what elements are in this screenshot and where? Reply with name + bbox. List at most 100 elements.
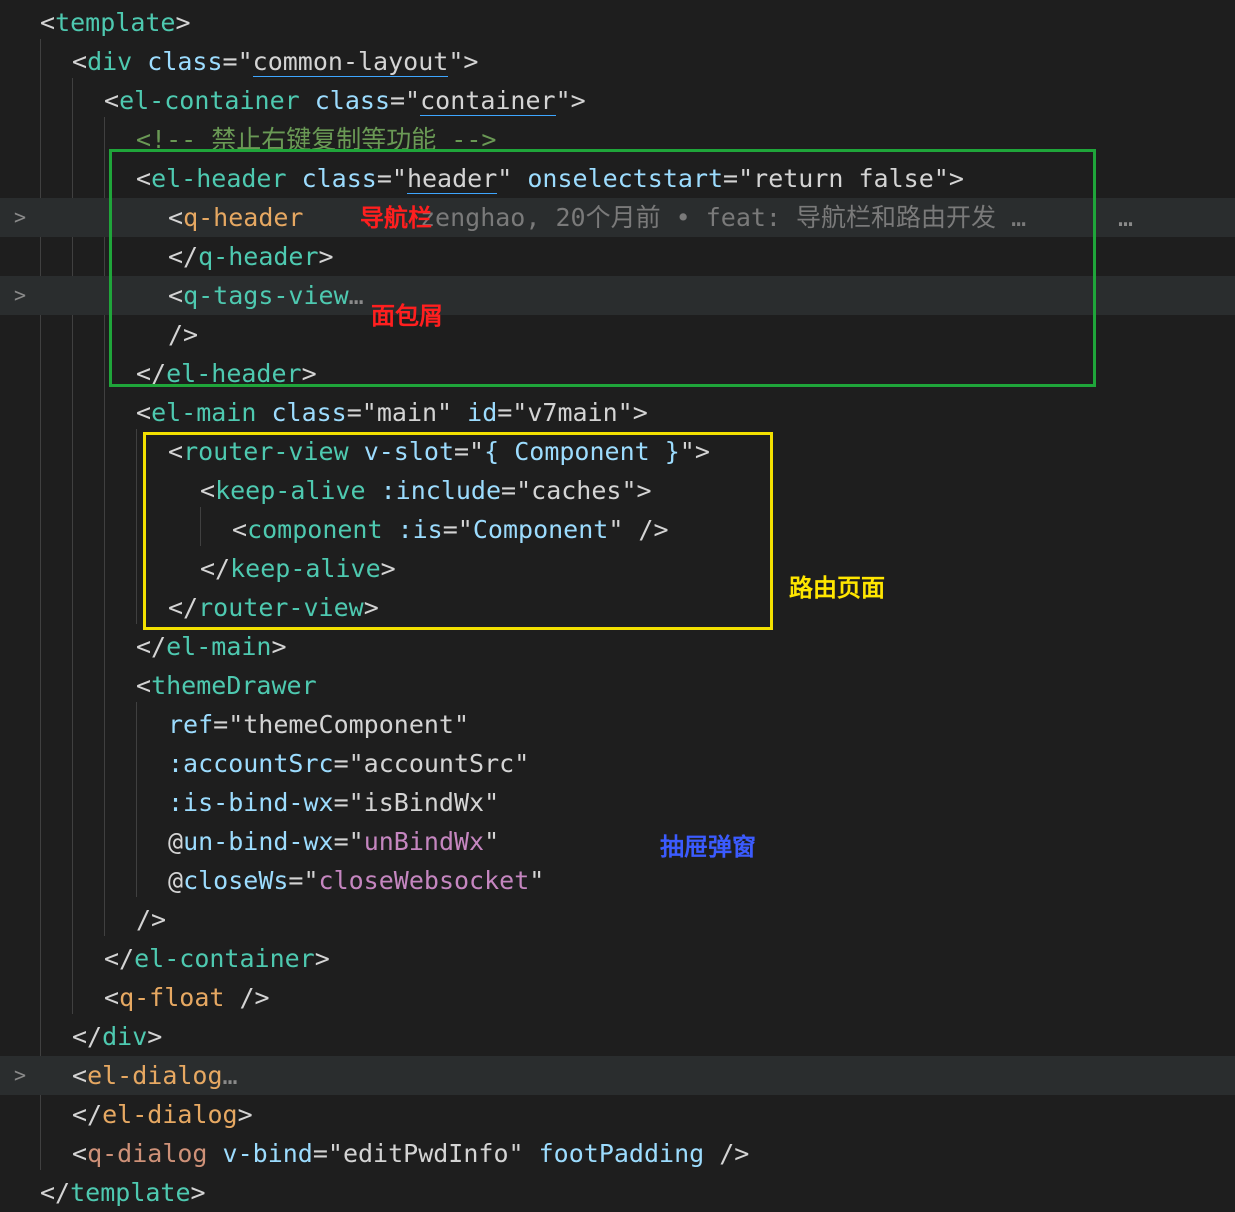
code-text: :accountSrc="accountSrc" <box>168 744 529 783</box>
code-line-folded[interactable]: > <el-dialog… <box>0 1056 1235 1095</box>
code-line[interactable]: </el-container> <box>0 939 1235 978</box>
code-token: ="accountSrc" <box>333 749 530 778</box>
code-line[interactable]: <!-- 禁止右键复制等功能 --> <box>0 120 1235 159</box>
code-line[interactable]: :is-bind-wx="isBindWx" <box>0 783 1235 822</box>
code-token: … <box>348 281 364 310</box>
line-gutter <box>0 861 40 900</box>
code-line[interactable]: <q-float /> <box>0 978 1235 1017</box>
code-editor[interactable]: <template> <div class="common-layout"> <… <box>0 0 1235 1209</box>
code-token: onselectstart <box>512 164 724 193</box>
code-token: class <box>299 86 390 115</box>
code-token: themeDrawer <box>151 671 317 700</box>
code-token: =" <box>222 47 253 76</box>
code-token: Component <box>472 515 609 544</box>
code-line[interactable]: <template> <box>0 3 1235 42</box>
line-gutter <box>0 939 40 978</box>
line-gutter <box>0 1173 40 1212</box>
code-token: </ <box>168 593 199 622</box>
code-token: el-dialog <box>87 1061 223 1090</box>
code-token: < <box>136 398 152 427</box>
code-token: @ <box>168 866 184 895</box>
code-token: </ <box>168 242 199 271</box>
line-gutter <box>0 588 40 627</box>
code-line-folded[interactable]: > <q-header zenghao, 20个月前 • feat: 导航栏和路… <box>0 198 1235 237</box>
code-line[interactable]: </router-view> <box>0 588 1235 627</box>
chevron-right-icon[interactable]: > <box>0 1056 40 1095</box>
line-gutter <box>0 666 40 705</box>
line-gutter <box>0 822 40 861</box>
code-token: ="themeComponent" <box>213 710 470 739</box>
code-token: =" <box>288 866 319 895</box>
code-token: =" <box>376 164 407 193</box>
line-gutter <box>0 510 40 549</box>
code-token: q-header <box>183 203 304 232</box>
line-gutter <box>0 81 40 120</box>
code-token: > <box>301 359 317 388</box>
code-text: <el-header class="header" onselectstart=… <box>136 159 964 198</box>
code-line[interactable]: <q-dialog v-bind="editPwdInfo" footPaddi… <box>0 1134 1235 1173</box>
code-token: el-container <box>119 86 300 115</box>
chevron-right-icon[interactable]: > <box>0 276 40 315</box>
code-text: <el-container class="container"> <box>104 81 586 120</box>
code-token: footPadding <box>523 1139 705 1168</box>
code-line[interactable]: <themeDrawer <box>0 666 1235 705</box>
code-text: :is-bind-wx="isBindWx" <box>168 783 499 822</box>
code-line[interactable]: /> <box>0 900 1235 939</box>
code-line[interactable]: @closeWs="closeWebsocket" <box>0 861 1235 900</box>
code-line[interactable]: <el-container class="container"> <box>0 81 1235 120</box>
code-token: "> <box>679 437 710 466</box>
drawer-annotation: 抽屉弹窗 <box>660 833 756 861</box>
code-text: <template> <box>40 3 191 42</box>
code-token: header <box>406 164 498 194</box>
code-token: > <box>147 1022 163 1051</box>
chevron-right-icon[interactable]: > <box>0 198 40 237</box>
code-text: </el-dialog> <box>72 1095 253 1134</box>
code-token: ="return false"> <box>723 164 964 193</box>
code-text: </q-header> <box>168 237 334 276</box>
code-token: < <box>232 515 248 544</box>
code-line[interactable]: <div class="common-layout"> <box>0 42 1235 81</box>
code-line[interactable]: </keep-alive> <box>0 549 1235 588</box>
code-line[interactable]: </el-main> <box>0 627 1235 666</box>
code-line[interactable]: /> <box>0 315 1235 354</box>
code-token: … <box>222 1061 238 1090</box>
code-token: template <box>55 8 176 37</box>
code-token: /> <box>168 320 199 349</box>
line-gutter <box>0 1134 40 1173</box>
code-line[interactable]: <el-header class="header" onselectstart=… <box>0 159 1235 198</box>
line-gutter <box>0 900 40 939</box>
code-line[interactable]: </div> <box>0 1017 1235 1056</box>
code-token: @ <box>168 827 184 856</box>
code-token: =" <box>390 86 421 115</box>
nav-annotation: 导航栏 <box>360 204 432 232</box>
code-line[interactable]: <el-main class="main" id="v7main"> <box>0 393 1235 432</box>
code-line[interactable]: <keep-alive :include="caches"> <box>0 471 1235 510</box>
line-gutter <box>0 744 40 783</box>
code-line[interactable]: </el-header> <box>0 354 1235 393</box>
code-token: > <box>314 944 330 973</box>
line-gutter <box>0 705 40 744</box>
code-line[interactable]: </template> <box>0 1173 1235 1212</box>
code-line[interactable]: @un-bind-wx="unBindWx" <box>0 822 1235 861</box>
line-gutter <box>0 783 40 822</box>
code-line[interactable]: ref="themeComponent" <box>0 705 1235 744</box>
code-text: <q-tags-view… <box>168 276 364 315</box>
code-line[interactable]: :accountSrc="accountSrc" <box>0 744 1235 783</box>
code-token: q-header <box>198 242 319 271</box>
ellipsis-icon[interactable]: … <box>1118 198 1133 237</box>
router-page-annotation: 路由页面 <box>789 574 885 602</box>
code-token: > <box>363 593 379 622</box>
code-token: keep-alive <box>230 554 381 583</box>
code-text: </el-header> <box>136 354 317 393</box>
code-line[interactable]: <router-view v-slot="{ Component }"> <box>0 432 1235 471</box>
code-text: </keep-alive> <box>200 549 396 588</box>
code-line-folded[interactable]: > <q-tags-view… <box>0 276 1235 315</box>
code-token: > <box>271 632 287 661</box>
code-line[interactable]: </el-dialog> <box>0 1095 1235 1134</box>
code-line[interactable]: </q-header> <box>0 237 1235 276</box>
code-text: </el-main> <box>136 627 287 666</box>
code-line[interactable]: <component :is="Component" /> <box>0 510 1235 549</box>
code-token: closeWebsocket <box>318 866 530 895</box>
code-token: ="main" <box>346 398 453 427</box>
code-token: el-main <box>166 632 272 661</box>
